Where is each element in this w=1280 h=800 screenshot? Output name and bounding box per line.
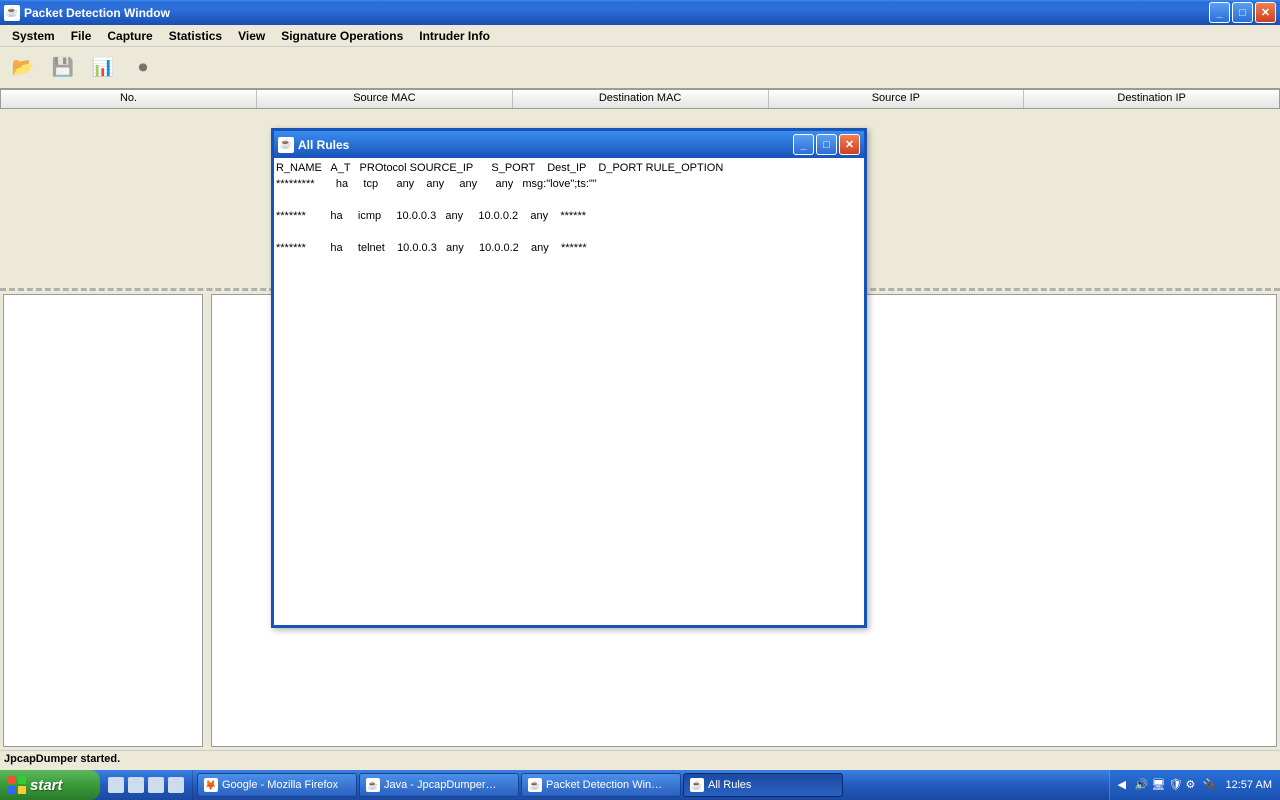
dialog-titlebar[interactable]: ☕ All Rules _ □ ✕: [274, 131, 864, 158]
rule-row: ********* ha tcp any any any any msg:"lo…: [276, 178, 597, 190]
dialog-window-controls: _ □ ✕: [793, 134, 860, 155]
taskbar: start 🦊 Google - Mozilla Firefox ☕ Java …: [0, 770, 1280, 800]
tray-icon[interactable]: ⚙: [1186, 778, 1200, 792]
status-text: JpcapDumper started.: [4, 753, 120, 765]
main-window-title: Packet Detection Window: [24, 6, 1209, 20]
col-source-ip[interactable]: Source IP: [769, 90, 1025, 108]
start-capture-button[interactable]: 📊: [86, 51, 120, 85]
tray-icon[interactable]: ◀: [1118, 778, 1132, 792]
maximize-button[interactable]: □: [1232, 2, 1253, 23]
menu-signature-operations[interactable]: Signature Operations: [273, 27, 411, 45]
menubar: System File Capture Statistics View Sign…: [0, 25, 1280, 47]
system-tray: ◀ 🔊 🖥 🛡 ⚙ 🔌 12:57 AM: [1109, 770, 1280, 800]
firefox-icon: 🦊: [204, 778, 218, 792]
java-icon: ☕: [366, 778, 380, 792]
tray-icon[interactable]: 🔌: [1203, 778, 1217, 792]
open-file-button[interactable]: 📂: [6, 51, 40, 85]
java-icon: ☕: [690, 778, 704, 792]
tray-icon[interactable]: 🛡: [1169, 778, 1183, 792]
menu-view[interactable]: View: [230, 27, 273, 45]
packet-table-header: No. Source MAC Destination MAC Source IP…: [0, 89, 1280, 109]
dialog-title: All Rules: [298, 138, 793, 152]
java-icon: ☕: [4, 5, 20, 21]
status-bar: JpcapDumper started.: [0, 750, 1280, 768]
stop-capture-button[interactable]: ⏺: [126, 51, 160, 85]
quick-launch-icon[interactable]: [128, 777, 144, 793]
tray-icon[interactable]: 🖥: [1152, 778, 1166, 792]
start-label: start: [30, 777, 63, 794]
minimize-button[interactable]: _: [1209, 2, 1230, 23]
rules-header-line: R_NAME A_T PROtocol SOURCE_IP S_PORT Des…: [276, 162, 723, 174]
menu-intruder-info[interactable]: Intruder Info: [411, 27, 498, 45]
all-rules-dialog: ☕ All Rules _ □ ✕ R_NAME A_T PROtocol SO…: [271, 128, 867, 628]
quick-launch-icon[interactable]: [168, 777, 184, 793]
menu-system[interactable]: System: [4, 27, 63, 45]
menu-capture[interactable]: Capture: [99, 27, 160, 45]
tree-pane[interactable]: [3, 294, 203, 747]
start-button[interactable]: start: [0, 770, 100, 800]
taskbar-items: 🦊 Google - Mozilla Firefox ☕ Java - Jpca…: [193, 770, 1109, 800]
rules-text-area[interactable]: R_NAME A_T PROtocol SOURCE_IP S_PORT Des…: [274, 158, 864, 625]
quick-launch-icon[interactable]: [108, 777, 124, 793]
tray-icon[interactable]: 🔊: [1135, 778, 1149, 792]
toolbar: 📂 💾 📊 ⏺: [0, 47, 1280, 89]
taskbar-item-packet-detection[interactable]: ☕ Packet Detection Win…: [521, 773, 681, 797]
java-icon: ☕: [528, 778, 542, 792]
taskbar-item-java[interactable]: ☕ Java - JpcapDumper…: [359, 773, 519, 797]
rule-row: ******* ha telnet 10.0.0.3 any 10.0.0.2 …: [276, 242, 587, 254]
col-source-mac[interactable]: Source MAC: [257, 90, 513, 108]
java-icon: ☕: [278, 137, 294, 153]
task-label: Packet Detection Win…: [546, 779, 662, 791]
task-label: Java - JpcapDumper…: [384, 779, 497, 791]
splitter-vertical[interactable]: [203, 291, 211, 750]
save-file-button[interactable]: 💾: [46, 51, 80, 85]
menu-statistics[interactable]: Statistics: [161, 27, 230, 45]
dialog-maximize-button[interactable]: □: [816, 134, 837, 155]
rule-row: ******* ha icmp 10.0.0.3 any 10.0.0.2 an…: [276, 210, 586, 222]
main-window-controls: _ □ ✕: [1209, 2, 1276, 23]
task-label: Google - Mozilla Firefox: [222, 779, 338, 791]
taskbar-item-firefox[interactable]: 🦊 Google - Mozilla Firefox: [197, 773, 357, 797]
windows-flag-icon: [8, 776, 26, 794]
menu-file[interactable]: File: [63, 27, 100, 45]
close-button[interactable]: ✕: [1255, 2, 1276, 23]
main-titlebar: ☕ Packet Detection Window _ □ ✕: [0, 0, 1280, 25]
col-dest-mac[interactable]: Destination MAC: [513, 90, 769, 108]
col-dest-ip[interactable]: Destination IP: [1024, 90, 1279, 108]
quick-launch-icon[interactable]: [148, 777, 164, 793]
col-no[interactable]: No.: [1, 90, 257, 108]
taskbar-item-all-rules[interactable]: ☕ All Rules: [683, 773, 843, 797]
dialog-close-button[interactable]: ✕: [839, 134, 860, 155]
taskbar-clock[interactable]: 12:57 AM: [1220, 779, 1272, 791]
dialog-minimize-button[interactable]: _: [793, 134, 814, 155]
quick-launch: [100, 770, 193, 800]
task-label: All Rules: [708, 779, 751, 791]
